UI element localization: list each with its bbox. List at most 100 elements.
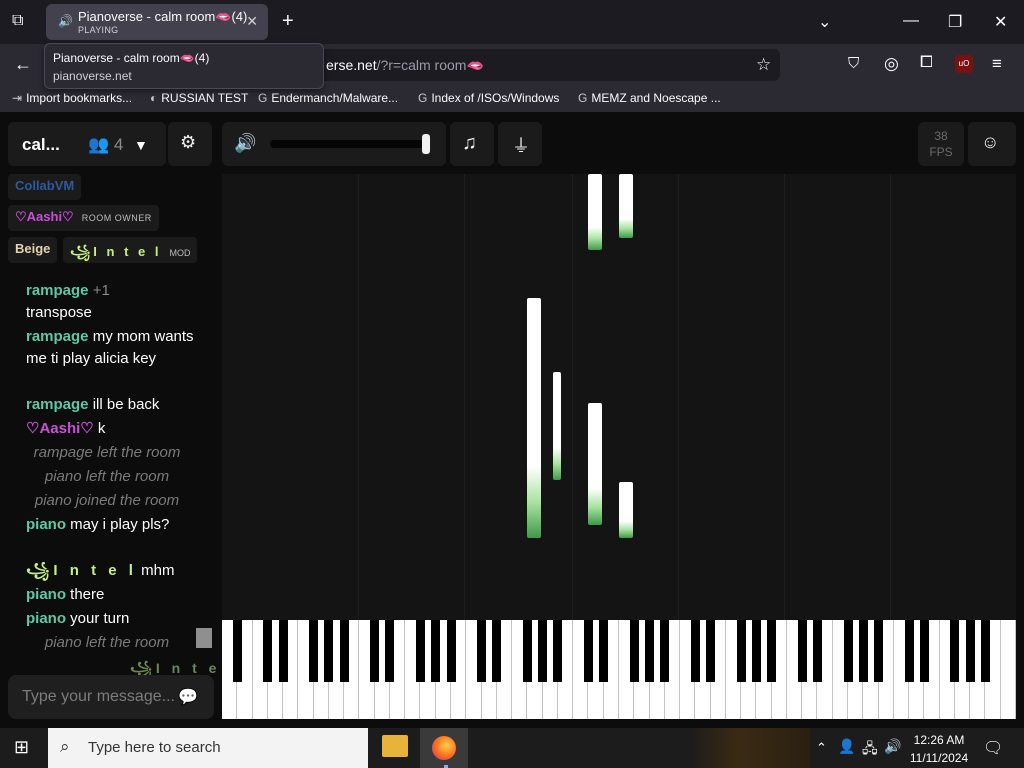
black-key[interactable] [690,620,700,682]
network-icon[interactable]: 🖧 [862,738,878,762]
bookmark-star-icon[interactable]: ☆ [756,55,771,75]
black-key[interactable] [751,620,761,682]
windows-start-icon[interactable]: ⊞ [14,737,29,758]
black-key[interactable] [858,620,868,682]
user-tray-icon[interactable]: 👤 [838,738,855,755]
black-key[interactable] [904,620,914,682]
black-key[interactable] [950,620,960,682]
tab-list-icon[interactable]: ⧉ [12,12,23,30]
black-key[interactable] [431,620,441,682]
black-key[interactable] [553,620,563,682]
tab-status: PLAYING [78,25,119,35]
black-key[interactable] [232,620,242,682]
black-key[interactable] [660,620,670,682]
chevron-down-icon[interactable]: ⌄ [818,12,831,32]
falling-note [588,403,602,525]
settings-button[interactable]: ⚙ [168,122,212,166]
black-key[interactable] [965,620,975,682]
menu-icon[interactable]: ≡ [992,54,1002,74]
gear-icon: ⚙ [180,132,197,152]
midi-button[interactable]: ♫ [450,122,494,166]
usb-midi-button[interactable]: ⏚ [498,122,542,166]
black-key[interactable] [309,620,319,682]
taskbar-wallpaper-strip [690,728,810,768]
account-icon[interactable]: ◎ [884,54,899,74]
chat-message: ♡Aashi♡ k [26,420,106,437]
black-key[interactable] [736,620,746,682]
pocket-icon[interactable]: ⛉ [848,55,859,72]
chat-send-icon[interactable]: 💬 [178,687,198,707]
browser-tab-active[interactable]: 🔊 Pianoverse - calm room🫦(4) PLAYING ✕ [46,4,268,40]
bookmark-isos[interactable]: G Index of /ISOs/Windows [418,91,559,105]
close-icon[interactable]: ✕ [246,13,258,30]
black-key[interactable] [477,620,487,682]
bookmarks-bar: ⇥ Import bookmarks... ◐ RUSSIAN TEST G Ende… [0,86,1024,112]
clock-date[interactable]: 11/11/2024 [906,751,972,765]
extensions-icon[interactable]: ⧠ [920,54,933,72]
file-explorer-icon[interactable] [382,735,408,757]
black-key[interactable] [492,620,502,682]
black-key[interactable] [583,620,593,682]
black-key[interactable] [645,620,655,682]
black-key[interactable] [416,620,425,682]
user-intel[interactable]: ꧁I n t e l MOD [63,237,198,263]
ublock-icon[interactable]: uO [955,55,973,73]
chevron-down-icon[interactable]: ▼ [134,137,148,153]
black-key[interactable] [278,620,288,682]
window-close-icon[interactable]: ✕ [994,12,1007,32]
black-key[interactable] [919,620,929,682]
roll-gridline [358,174,359,620]
black-key[interactable] [843,620,853,682]
chat-scrollbar[interactable] [196,628,212,648]
bookmark-import[interactable]: ⇥ Import bookmarks... [12,91,132,105]
clock-time[interactable]: 12:26 AM [906,733,972,747]
volume-tray-icon[interactable]: 🔊 [884,738,901,755]
new-tab-icon[interactable]: + [282,10,294,33]
falling-note [619,174,633,238]
black-key[interactable] [874,620,884,682]
black-key[interactable] [629,620,639,682]
black-key[interactable] [813,620,822,682]
search-placeholder: Type here to search [88,739,221,756]
white-key[interactable] [1001,620,1016,719]
firefox-taskbar-button[interactable] [420,728,468,768]
volume-icon[interactable]: 🔊 [234,133,256,154]
piano-keyboard[interactable] [222,620,1016,719]
black-key[interactable] [538,620,548,682]
discord-button[interactable]: ☺ [968,122,1016,166]
black-key[interactable] [599,620,609,682]
roll-gridline [464,174,465,620]
black-key[interactable] [385,620,395,682]
restore-icon[interactable]: ❐ [948,12,962,32]
minimize-icon[interactable]: — [903,12,919,30]
black-key[interactable] [980,620,990,682]
user-aashi[interactable]: ♡Aashi♡ ROOM OWNER [8,205,159,231]
black-key[interactable] [522,620,532,682]
bookmark-memz[interactable]: G MEMZ and Noescape ... [578,91,721,105]
chat-log[interactable]: rampage +1 transpose rampage my mom want… [0,272,214,656]
black-key[interactable] [370,620,380,682]
tooltip-title: Pianoverse - calm room🫦(4) [53,51,210,65]
bookmark-endermanch[interactable]: G Endermanch/Malware... [258,91,398,105]
chevron-up-icon[interactable]: ⌃ [816,740,827,756]
notification-icon[interactable]: 🗨 [983,738,1003,758]
fps-value: 38 [934,129,948,143]
black-key[interactable] [797,620,807,682]
black-key[interactable] [706,620,716,682]
black-key[interactable] [767,620,777,682]
bookmark-russian-test[interactable]: ◐ RUSSIAN TEST [150,91,248,105]
user-collabvm[interactable]: CollabVM [8,174,82,200]
black-key[interactable] [324,620,334,682]
black-key[interactable] [339,620,349,682]
volume-slider[interactable] [270,140,430,148]
back-icon[interactable]: ← [14,54,32,75]
user-beige[interactable]: Beige [8,237,58,263]
black-key[interactable] [446,620,456,682]
user-count: 👥 4 [88,135,124,154]
url-text[interactable]: erse.net/?r=calm room🫦 [326,57,484,74]
speaker-icon[interactable]: 🔊 [58,14,73,28]
volume-slider-handle[interactable] [422,134,430,154]
discord-icon: ☺ [981,132,1000,152]
falling-note [553,372,561,480]
black-key[interactable] [263,620,273,682]
